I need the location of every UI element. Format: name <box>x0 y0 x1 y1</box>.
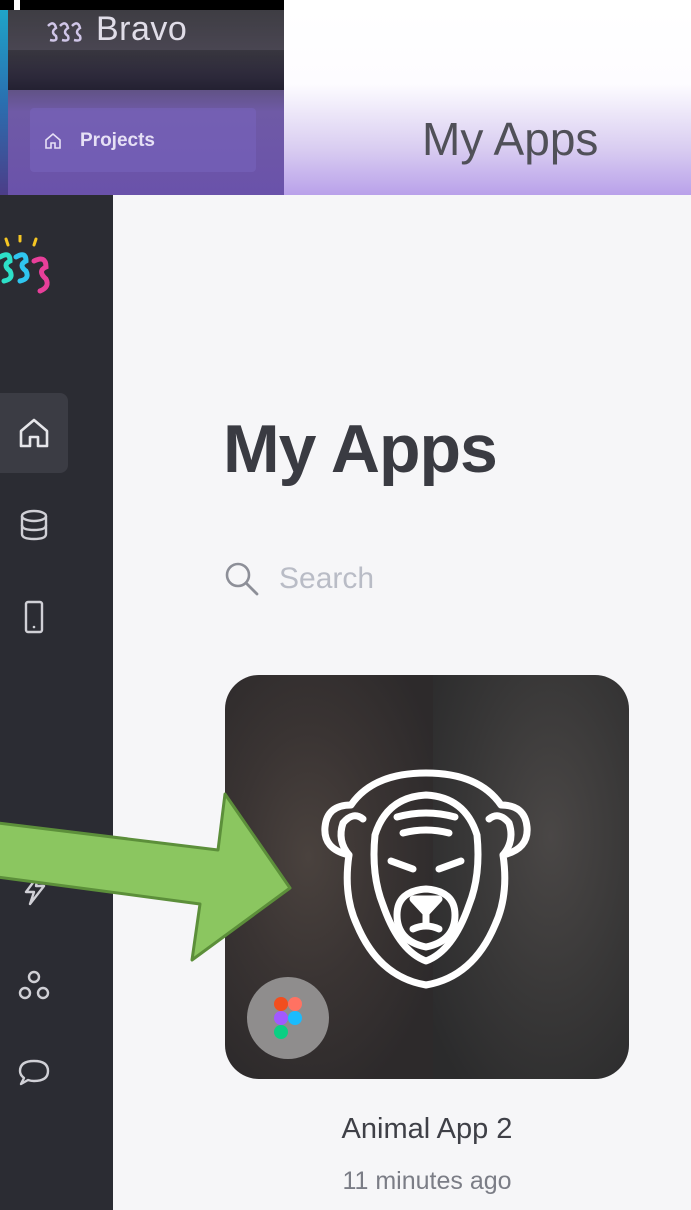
figma-source-badge <box>247 977 329 1059</box>
lion-icon <box>321 769 531 989</box>
home-icon <box>45 132 61 149</box>
sidebar-item-feedback[interactable] <box>0 1033 68 1113</box>
sidebar <box>0 195 113 1210</box>
home-icon <box>19 418 49 448</box>
app-name[interactable]: Animal App 2 <box>225 1113 629 1146</box>
search-bar[interactable] <box>223 560 579 598</box>
bravo-logo-icon[interactable] <box>0 235 62 307</box>
zoomed-header-banner: Bravo Projects My Apps <box>0 0 691 195</box>
banner-top-strip <box>284 0 691 10</box>
mobile-device-icon <box>24 600 44 634</box>
banner-title: My Apps <box>422 113 599 165</box>
app-updated-time: 11 minutes ago <box>342 1167 512 1195</box>
sidebar-item-home[interactable] <box>0 393 68 473</box>
page-title: My Apps <box>223 411 498 487</box>
sidebar-item-data[interactable] <box>0 485 68 565</box>
projects-label: Projects <box>80 130 155 151</box>
banner-left-edge <box>0 10 8 195</box>
projects-nav-item[interactable]: Projects <box>30 108 256 172</box>
search-input[interactable] <box>279 562 579 596</box>
sidebar-item-devices[interactable] <box>0 577 68 657</box>
banner-header-zoom: My Apps <box>284 10 691 195</box>
figma-icon <box>274 997 302 1039</box>
banner-blur-bar <box>8 50 284 90</box>
annotation-arrow-icon <box>0 792 292 962</box>
bravo-logo-icon <box>47 22 82 42</box>
database-icon <box>20 509 48 541</box>
brand-name: Bravo <box>96 10 188 48</box>
search-icon <box>225 562 259 596</box>
main-content: My Apps Search Animal App 2 11 minutes a… <box>113 195 691 1210</box>
chat-icon <box>18 1059 50 1086</box>
